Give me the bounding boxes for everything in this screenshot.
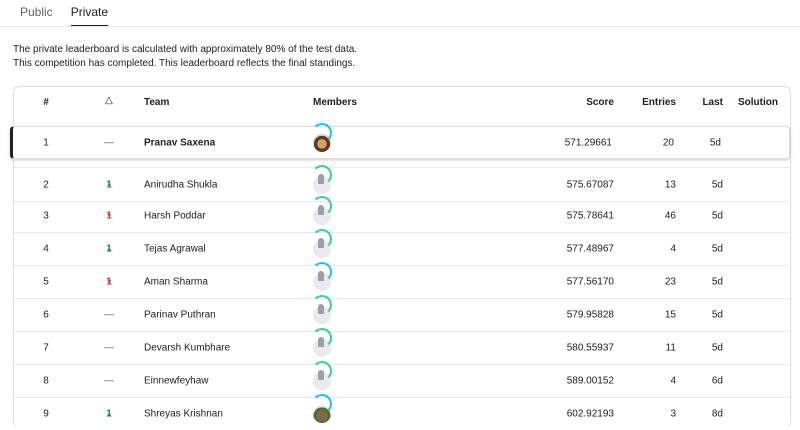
row-last: 5d (711, 243, 723, 255)
row-delta-down: ▼ 1 (106, 276, 113, 288)
row-entries: 4 (670, 375, 676, 387)
table-row-5[interactable]: 5 ▼ 1 Aman Sharma 577.56170 23 5d (13, 262, 791, 299)
row-entries: 4 (670, 243, 676, 255)
row-team-name[interactable]: Parinav Puthran (144, 310, 216, 321)
row-last: 8d (711, 408, 723, 420)
row-delta-up: ▲ 1 (106, 408, 113, 420)
row-score: 602.92193 (566, 408, 614, 420)
row-last: 5d (709, 137, 721, 148)
row-last: 5d (711, 342, 723, 354)
row-entries: 23 (664, 276, 676, 288)
row-score: 577.48967 (566, 243, 614, 255)
table-row-7[interactable]: 7 — Devarsh Kumbhare 580.55937 11 5d (13, 328, 791, 365)
row-delta-up: ▲ 1 (106, 179, 113, 190)
row-rank: 7 (43, 342, 49, 354)
header-solution: Solution (738, 97, 778, 108)
row-entries: 15 (664, 309, 676, 321)
header-last[interactable]: Last (702, 97, 723, 108)
row-score: 579.95828 (566, 309, 614, 321)
tab-public[interactable]: Public (20, 0, 53, 26)
notice-line-2: This competition has completed. This lea… (13, 57, 356, 69)
row-team-name[interactable]: Pranav Saxena (144, 137, 215, 148)
row-rank: 2 (43, 179, 49, 190)
row-score: 575.67087 (566, 179, 614, 190)
row-delta-down: ▼ 1 (106, 210, 113, 222)
up-arrow-icon: ▲ (106, 246, 113, 252)
row-rank: 6 (43, 309, 49, 321)
row-score: 577.56170 (566, 276, 614, 288)
table-row-2[interactable]: 2 ▲ 1 Anirudha Shukla 575.67087 13 5d (13, 164, 791, 202)
row-last: 5d (711, 210, 723, 222)
table-row-3[interactable]: 3 ▼ 1 Harsh Poddar 575.78641 46 5d (13, 196, 791, 233)
row-entries: 13 (664, 179, 676, 190)
row-entries: 11 (665, 342, 676, 354)
tab-private[interactable]: Private (70, 0, 109, 27)
header-rank[interactable]: # (40, 97, 52, 108)
row-rank: 4 (43, 243, 49, 255)
table-row-4[interactable]: 4 ▲ 1 Tejas Agrawal 577.48967 4 5d (13, 229, 791, 266)
row-last: 5d (711, 179, 723, 190)
row-score: 589.00152 (566, 375, 614, 387)
table-row-9[interactable]: 9 ▲ 1 Shreyas Krishnan 602.92193 3 8d (13, 394, 791, 430)
up-arrow-icon: ▲ (106, 411, 113, 417)
row-last: 5d (711, 276, 723, 288)
row-entries: 3 (670, 408, 676, 420)
row-score: 571.29661 (564, 137, 612, 148)
table-header: # △ Team Members Score Entries Last Solu… (0, 86, 800, 119)
row-delta-none: — (104, 137, 114, 148)
down-arrow-icon: ▼ (106, 279, 113, 285)
row-delta-up: ▲ 1 (106, 243, 113, 255)
up-arrow-icon: ▲ (106, 181, 113, 188)
row-team-name[interactable]: Tejas Agrawal (144, 244, 206, 255)
row-team-name[interactable]: Aman Sharma (144, 277, 208, 288)
row-rank: 9 (43, 408, 49, 420)
notice-line-1: The private leaderboard is calculated wi… (13, 44, 358, 55)
row-rank: 5 (43, 276, 49, 288)
row-last: 5d (711, 309, 723, 321)
row-team-name[interactable]: Harsh Poddar (144, 211, 206, 222)
header-team[interactable]: Team (144, 97, 169, 108)
row-rank: 8 (43, 375, 49, 387)
table-row-6[interactable]: 6 — Parinav Puthran 579.95828 15 5d (13, 295, 791, 332)
header-delta-icon[interactable]: △ (98, 95, 120, 106)
row-team-name[interactable]: Shreyas Krishnan (144, 409, 223, 420)
row-entries: 20 (662, 137, 674, 148)
row-score: 575.78641 (566, 210, 614, 222)
leaderboard-notice: The private leaderboard is calculated wi… (13, 43, 357, 70)
table-row-1[interactable]: 1 — Pranav Saxena 571.29661 20 5d (10, 122, 790, 159)
row-delta-none: — (104, 375, 114, 387)
row-score: 580.55937 (566, 342, 614, 354)
row-team-name[interactable]: Anirudha Shukla (144, 179, 217, 190)
row-team-name[interactable]: Devarsh Kumbhare (144, 343, 230, 354)
header-entries[interactable]: Entries (642, 97, 676, 108)
row-last: 6d (711, 375, 723, 387)
row-team-name[interactable]: Einnewfeyhaw (144, 376, 208, 387)
row-entries: 46 (664, 210, 676, 222)
header-members: Members (313, 97, 357, 108)
row-rank: 1 (43, 137, 49, 148)
row-delta-none: — (104, 309, 114, 321)
header-score[interactable]: Score (586, 97, 614, 108)
table-row-8[interactable]: 8 — Einnewfeyhaw 589.00152 4 6d (13, 361, 791, 398)
down-arrow-icon: ▼ (106, 213, 113, 219)
tabs-divider (0, 26, 800, 27)
row-rank: 3 (43, 210, 49, 222)
leaderboard-tabs: Public Private (20, 0, 126, 27)
row-delta-none: — (104, 342, 114, 354)
